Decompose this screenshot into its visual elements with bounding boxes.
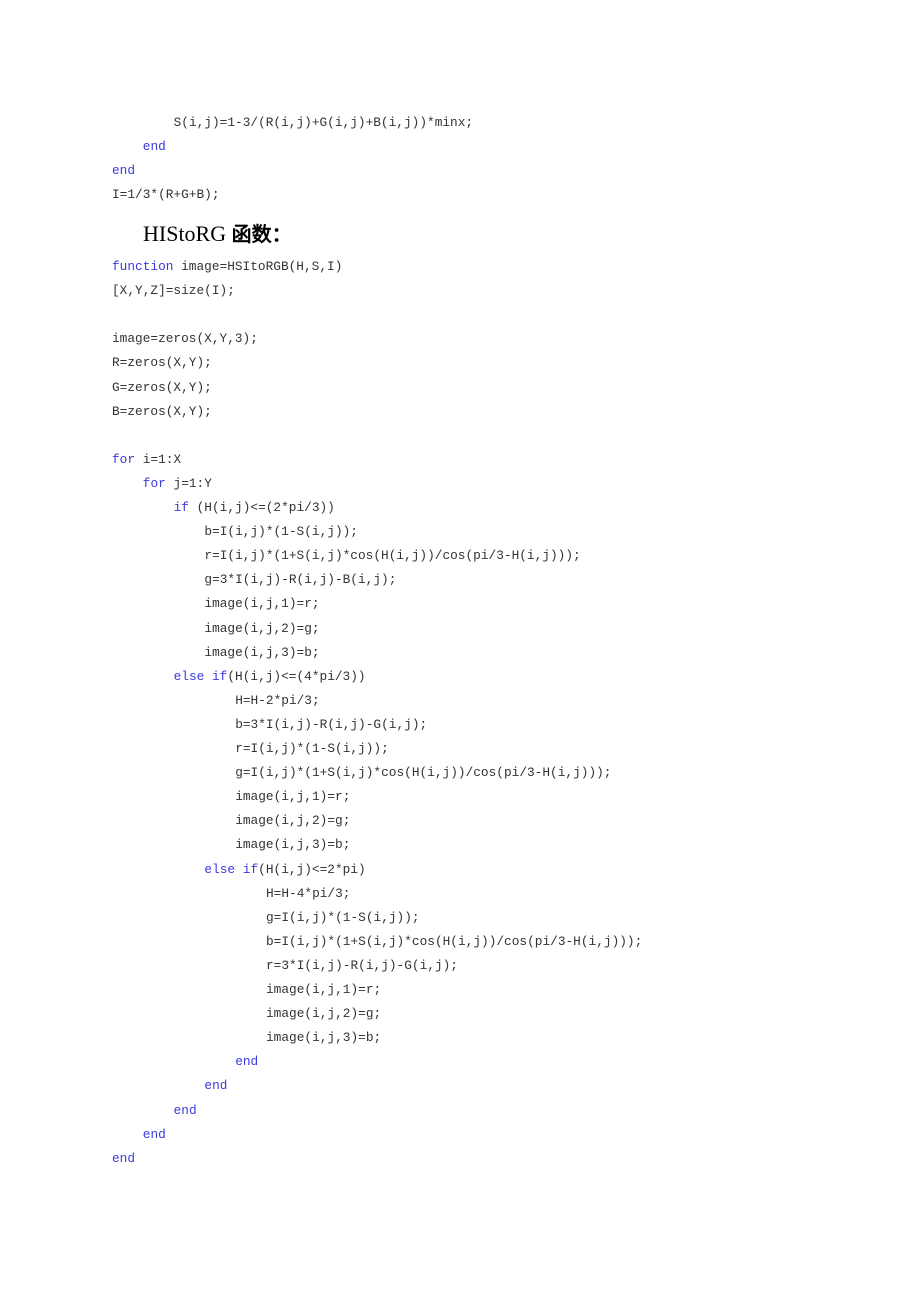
document-page: S(i,j)=1-3/(R(i,j)+G(i,j)+B(i,j))*minx; e… bbox=[0, 0, 920, 1302]
code-text: G=zeros(X,Y); bbox=[112, 379, 212, 395]
code-line: end bbox=[174, 1099, 197, 1123]
code-line: image(i,j,3)=b; bbox=[266, 1026, 381, 1050]
code-line: image(i,j,1)=r; bbox=[266, 978, 381, 1002]
code-text: image(i,j,3)=b; bbox=[235, 837, 351, 853]
code-text: i=1:X bbox=[135, 451, 182, 467]
code-line: g=3*I(i,j)-R(i,j)-B(i,j); bbox=[204, 568, 396, 592]
code-text: image=HSItoRGB(H,S,I) bbox=[173, 259, 343, 274]
code-text: H=H-4*pi/3; bbox=[266, 885, 351, 901]
code-line: function image=HSItoRGB(H,S,I) bbox=[112, 255, 342, 279]
code-line: r=I(i,j)*(1+S(i,j)*cos(H(i,j))/cos(pi/3-… bbox=[204, 544, 580, 568]
code-text: S(i,j)=1-3/(R(i,j)+G(i,j)+B(i,j))*minx; bbox=[173, 115, 474, 130]
code-line: else if(H(i,j)<=(4*pi/3)) bbox=[174, 665, 366, 689]
code-keyword: end bbox=[235, 1054, 259, 1070]
code-line: image(i,j,3)=b; bbox=[235, 833, 350, 857]
code-line: end bbox=[204, 1074, 227, 1098]
code-text: image(i,j,3)=b; bbox=[204, 644, 320, 660]
code-keyword: else if bbox=[173, 668, 228, 684]
code-text: image(i,j,3)=b; bbox=[266, 1030, 382, 1046]
code-line: b=I(i,j)*(1-S(i,j)); bbox=[204, 520, 358, 544]
code-line: image(i,j,1)=r; bbox=[204, 592, 319, 616]
code-line: for j=1:Y bbox=[143, 472, 212, 496]
code-text: [X,Y,Z]=size(I); bbox=[112, 283, 235, 299]
code-text: B=zeros(X,Y); bbox=[112, 403, 212, 419]
code-line: image(i,j,2)=g; bbox=[204, 617, 319, 641]
code-text: H=H-2*pi/3; bbox=[235, 692, 320, 708]
code-keyword: end bbox=[142, 139, 166, 155]
code-text: R=zeros(X,Y); bbox=[112, 355, 212, 371]
code-line: R=zeros(X,Y); bbox=[112, 351, 212, 375]
code-line: H=H-4*pi/3; bbox=[266, 882, 350, 906]
code-line: r=3*I(i,j)-R(i,j)-G(i,j); bbox=[266, 954, 458, 978]
code-line: g=I(i,j)*(1-S(i,j)); bbox=[266, 906, 420, 930]
code-keyword: end bbox=[173, 1102, 197, 1118]
code-line: end bbox=[143, 1123, 166, 1147]
code-text: image(i,j,1)=r; bbox=[235, 789, 351, 805]
code-text: r=I(i,j)*(1+S(i,j)*cos(H(i,j))/cos(pi/3-… bbox=[204, 548, 581, 564]
code-keyword: for bbox=[142, 475, 166, 491]
code-keyword: end bbox=[112, 1150, 136, 1166]
code-line: image(i,j,1)=r; bbox=[235, 785, 350, 809]
code-line: g=I(i,j)*(1+S(i,j)*cos(H(i,j))/cos(pi/3-… bbox=[235, 761, 611, 785]
heading-cjk: 函数： bbox=[231, 222, 292, 246]
code-line: I=1/3*(R+G+B); bbox=[112, 183, 220, 207]
code-text: b=I(i,j)*(1+S(i,j)*cos(H(i,j))/cos(pi/3-… bbox=[266, 933, 643, 949]
code-text: (H(i,j)<=(2*pi/3)) bbox=[188, 500, 335, 515]
section-heading: HIStoRG 函数： bbox=[143, 218, 292, 247]
code-line: end bbox=[143, 135, 166, 159]
code-line: G=zeros(X,Y); bbox=[112, 376, 212, 400]
code-line: r=I(i,j)*(1-S(i,j)); bbox=[235, 737, 389, 761]
code-text: image(i,j,2)=g; bbox=[204, 620, 320, 636]
code-text: image(i,j,1)=r; bbox=[204, 596, 320, 612]
code-text: b=I(i,j)*(1-S(i,j)); bbox=[204, 524, 358, 540]
code-text: image(i,j,2)=g; bbox=[266, 1006, 382, 1022]
code-text: r=3*I(i,j)-R(i,j)-G(i,j); bbox=[266, 957, 458, 973]
code-line: end bbox=[235, 1050, 258, 1074]
code-keyword: function bbox=[112, 259, 174, 274]
code-line: b=I(i,j)*(1+S(i,j)*cos(H(i,j))/cos(pi/3-… bbox=[266, 930, 642, 954]
code-line: image(i,j,3)=b; bbox=[204, 641, 319, 665]
code-text: g=3*I(i,j)-R(i,j)-B(i,j); bbox=[204, 572, 397, 588]
code-text: g=I(i,j)*(1+S(i,j)*cos(H(i,j))/cos(pi/3-… bbox=[235, 765, 612, 781]
code-line: for i=1:X bbox=[112, 448, 181, 472]
code-line: image(i,j,2)=g; bbox=[235, 809, 350, 833]
code-keyword: end bbox=[112, 163, 136, 179]
code-line: S(i,j)=1-3/(R(i,j)+G(i,j)+B(i,j))*minx; bbox=[174, 111, 474, 135]
code-line: if (H(i,j)<=(2*pi/3)) bbox=[174, 496, 335, 520]
code-text: r=I(i,j)*(1-S(i,j)); bbox=[235, 741, 389, 756]
code-text: image(i,j,2)=g; bbox=[235, 813, 351, 829]
code-keyword: if bbox=[173, 500, 189, 515]
code-line: B=zeros(X,Y); bbox=[112, 400, 212, 424]
code-text: image(i,j,1)=r; bbox=[266, 982, 382, 997]
code-line: image(i,j,2)=g; bbox=[266, 1002, 381, 1026]
code-text: I=1/3*(R+G+B); bbox=[112, 187, 220, 203]
code-text: b=3*I(i,j)-R(i,j)-G(i,j); bbox=[235, 716, 428, 732]
code-line: image=zeros(X,Y,3); bbox=[112, 327, 258, 351]
code-keyword: else if bbox=[204, 861, 259, 877]
code-text: j=1:Y bbox=[165, 475, 212, 491]
code-keyword: end bbox=[204, 1078, 228, 1094]
code-line: H=H-2*pi/3; bbox=[235, 689, 319, 713]
code-line: [X,Y,Z]=size(I); bbox=[112, 279, 235, 303]
code-line: end bbox=[112, 1147, 135, 1171]
code-keyword: end bbox=[142, 1126, 166, 1142]
code-text: g=I(i,j)*(1-S(i,j)); bbox=[266, 909, 420, 925]
code-line: b=3*I(i,j)-R(i,j)-G(i,j); bbox=[235, 713, 427, 737]
code-text: (H(i,j)<=2*pi) bbox=[258, 861, 366, 877]
code-line: else if(H(i,j)<=2*pi) bbox=[204, 858, 365, 882]
code-keyword: for bbox=[112, 451, 136, 467]
code-line: end bbox=[112, 159, 135, 183]
heading-latin: HIStoRG bbox=[143, 221, 227, 246]
code-text: image=zeros(X,Y,3); bbox=[112, 331, 258, 347]
code-text: (H(i,j)<=(4*pi/3)) bbox=[227, 668, 366, 684]
